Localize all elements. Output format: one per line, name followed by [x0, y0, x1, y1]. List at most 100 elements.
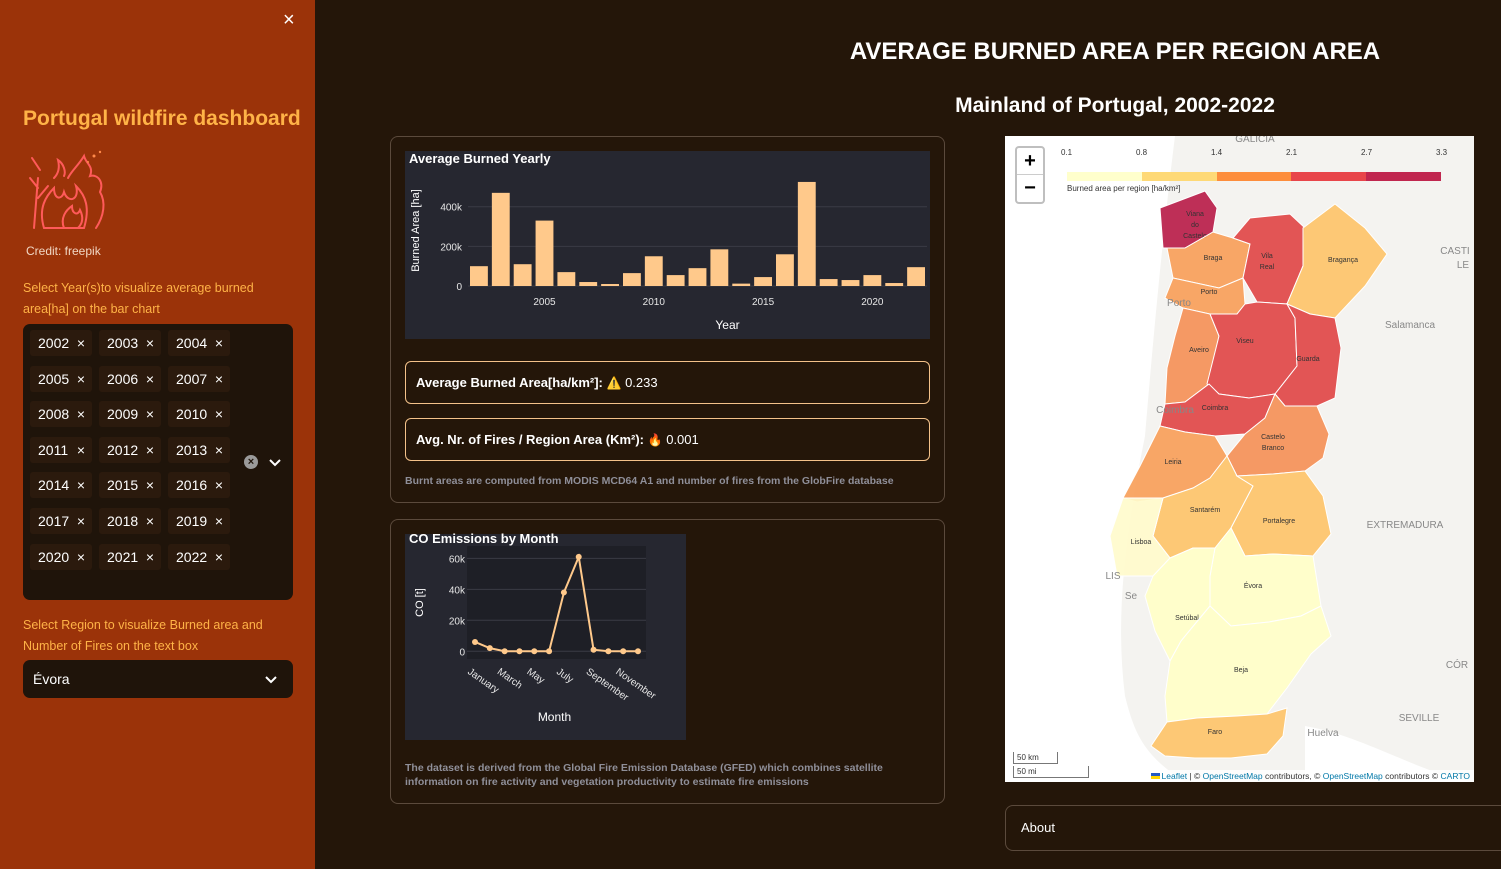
bar-2019[interactable]: [841, 280, 860, 286]
years-multiselect[interactable]: 2002 × 2003 × 2004 × 2005 × 2006 × 2007 × 2008 × 2009 ×…: [23, 324, 293, 600]
remove-tag-icon[interactable]: ×: [77, 437, 85, 463]
region-label: Setúbal: [1175, 615, 1199, 622]
bar-2018[interactable]: [819, 279, 838, 286]
choropleth-map[interactable]: Viana do Castelo Braga Vila Real Bragança Porto…: [1005, 136, 1474, 782]
point-October[interactable]: [605, 648, 612, 655]
bar-2007[interactable]: [579, 282, 598, 286]
bar-2015[interactable]: [754, 277, 772, 286]
remove-tag-icon[interactable]: ×: [215, 544, 223, 570]
osm-link[interactable]: OpenStreetMap: [1203, 771, 1263, 781]
remove-tag-icon[interactable]: ×: [215, 330, 223, 356]
region-select-label: Select Region to visualize Burned area a…: [23, 618, 263, 653]
remove-tag-icon[interactable]: ×: [146, 330, 154, 356]
ukraine-flag-icon: [1150, 773, 1160, 779]
chevron-down-icon: [265, 676, 277, 684]
remove-tag-icon[interactable]: ×: [146, 544, 154, 570]
remove-tag-icon[interactable]: ×: [77, 472, 85, 498]
remove-tag-icon[interactable]: ×: [215, 437, 223, 463]
chevron-down-icon[interactable]: [267, 454, 283, 470]
x-axis-label: Month: [538, 710, 571, 724]
point-March[interactable]: [501, 648, 508, 655]
years-select-label: Select Year(s)to visualize average burne…: [23, 281, 254, 316]
bar-2022[interactable]: [907, 267, 925, 286]
bar-2014[interactable]: [732, 283, 751, 286]
point-July[interactable]: [560, 589, 567, 596]
remove-tag-icon[interactable]: ×: [146, 437, 154, 463]
bar-2006[interactable]: [557, 272, 576, 286]
bar-2009[interactable]: [623, 273, 641, 286]
close-sidebar-icon[interactable]: ×: [283, 10, 295, 30]
bar-2016[interactable]: [776, 254, 794, 286]
gfed-source-caption: The dataset is derived from the Global F…: [405, 762, 883, 788]
bar-2002[interactable]: [470, 266, 488, 286]
region-select-value: Évora: [33, 671, 70, 687]
map-place-label: Coimbra: [1156, 405, 1194, 416]
bar-2004[interactable]: [513, 264, 532, 286]
region-label: Beja: [1234, 667, 1248, 674]
bar-2010[interactable]: [644, 256, 663, 286]
year-tag-2005: 2005 ×: [30, 365, 92, 392]
zoom-out-button[interactable]: −: [1017, 175, 1043, 202]
osm-link[interactable]: OpenStreetMap: [1323, 771, 1383, 781]
remove-tag-icon[interactable]: ×: [77, 330, 85, 356]
point-January[interactable]: [472, 638, 478, 645]
year-tag-label: 2003: [107, 335, 139, 351]
year-tag-2014: 2014 ×: [30, 472, 92, 499]
point-February[interactable]: [486, 645, 493, 652]
leaflet-link[interactable]: Leaflet: [1150, 771, 1187, 781]
bar-2013[interactable]: [710, 249, 729, 286]
bar-2005[interactable]: [535, 220, 554, 286]
map-place-label: CASTI: [1440, 246, 1469, 257]
legend-tick-label: 0.1: [1061, 148, 1073, 157]
map-place-label: LIS: [1105, 571, 1120, 582]
point-November[interactable]: [620, 648, 627, 655]
scale-km: 50 km: [1013, 752, 1058, 764]
bar-2008[interactable]: [601, 284, 619, 286]
remove-tag-icon[interactable]: ×: [215, 401, 223, 427]
bar-2012[interactable]: [688, 268, 707, 286]
year-tag-label: 2017: [38, 513, 70, 529]
carto-link[interactable]: CARTO: [1441, 771, 1470, 781]
remove-tag-icon[interactable]: ×: [146, 401, 154, 427]
remove-tag-icon[interactable]: ×: [215, 508, 223, 534]
remove-tag-icon[interactable]: ×: [146, 508, 154, 534]
remove-tag-icon[interactable]: ×: [215, 366, 223, 392]
point-May[interactable]: [531, 648, 538, 655]
remove-tag-icon[interactable]: ×: [77, 508, 85, 534]
x-tick-label: 2005: [533, 297, 556, 308]
region-select[interactable]: Évora: [23, 660, 293, 698]
bar-2020[interactable]: [863, 275, 882, 286]
year-tag-label: 2004: [176, 335, 208, 351]
point-April[interactable]: [516, 648, 523, 655]
point-September[interactable]: [590, 646, 597, 653]
map-place-label: Se: [1125, 591, 1138, 602]
remove-tag-icon[interactable]: ×: [77, 544, 85, 570]
bar-2003[interactable]: [491, 192, 510, 286]
year-tag-label: 2002: [38, 335, 70, 351]
clear-all-icon[interactable]: ×: [244, 455, 258, 469]
map-place-label: EXTREMADURA: [1367, 520, 1444, 531]
year-tag-2017: 2017 ×: [30, 508, 92, 534]
map-legend: 0.1 0.8 1.4 2.1 2.7 3.3 Burned area per regio…: [1061, 148, 1447, 193]
point-August[interactable]: [575, 553, 582, 560]
point-June[interactable]: [546, 648, 553, 655]
remove-tag-icon[interactable]: ×: [77, 366, 85, 392]
y-tick-label: 400k: [440, 203, 463, 214]
bar-2011[interactable]: [666, 275, 685, 286]
y-tick-label: 20k: [449, 616, 466, 627]
remove-tag-icon[interactable]: ×: [146, 472, 154, 498]
y-tick-label: 60k: [449, 554, 466, 565]
remove-tag-icon[interactable]: ×: [77, 401, 85, 427]
year-tag-2003: 2003 ×: [99, 330, 161, 356]
point-December[interactable]: [635, 648, 641, 655]
bar-2017[interactable]: [797, 181, 816, 286]
year-tag-label: 2012: [107, 441, 139, 458]
bar-2021[interactable]: [885, 283, 904, 286]
remove-tag-icon[interactable]: ×: [146, 366, 154, 392]
zoom-in-button[interactable]: +: [1017, 148, 1043, 175]
about-expander[interactable]: About: [1005, 805, 1501, 851]
region-label: Évora: [1244, 581, 1262, 590]
map-canvas[interactable]: Viana do Castelo Braga Vila Real Bragança Porto…: [1005, 136, 1474, 782]
year-tag-label: 2014: [38, 477, 70, 494]
remove-tag-icon[interactable]: ×: [215, 472, 223, 498]
